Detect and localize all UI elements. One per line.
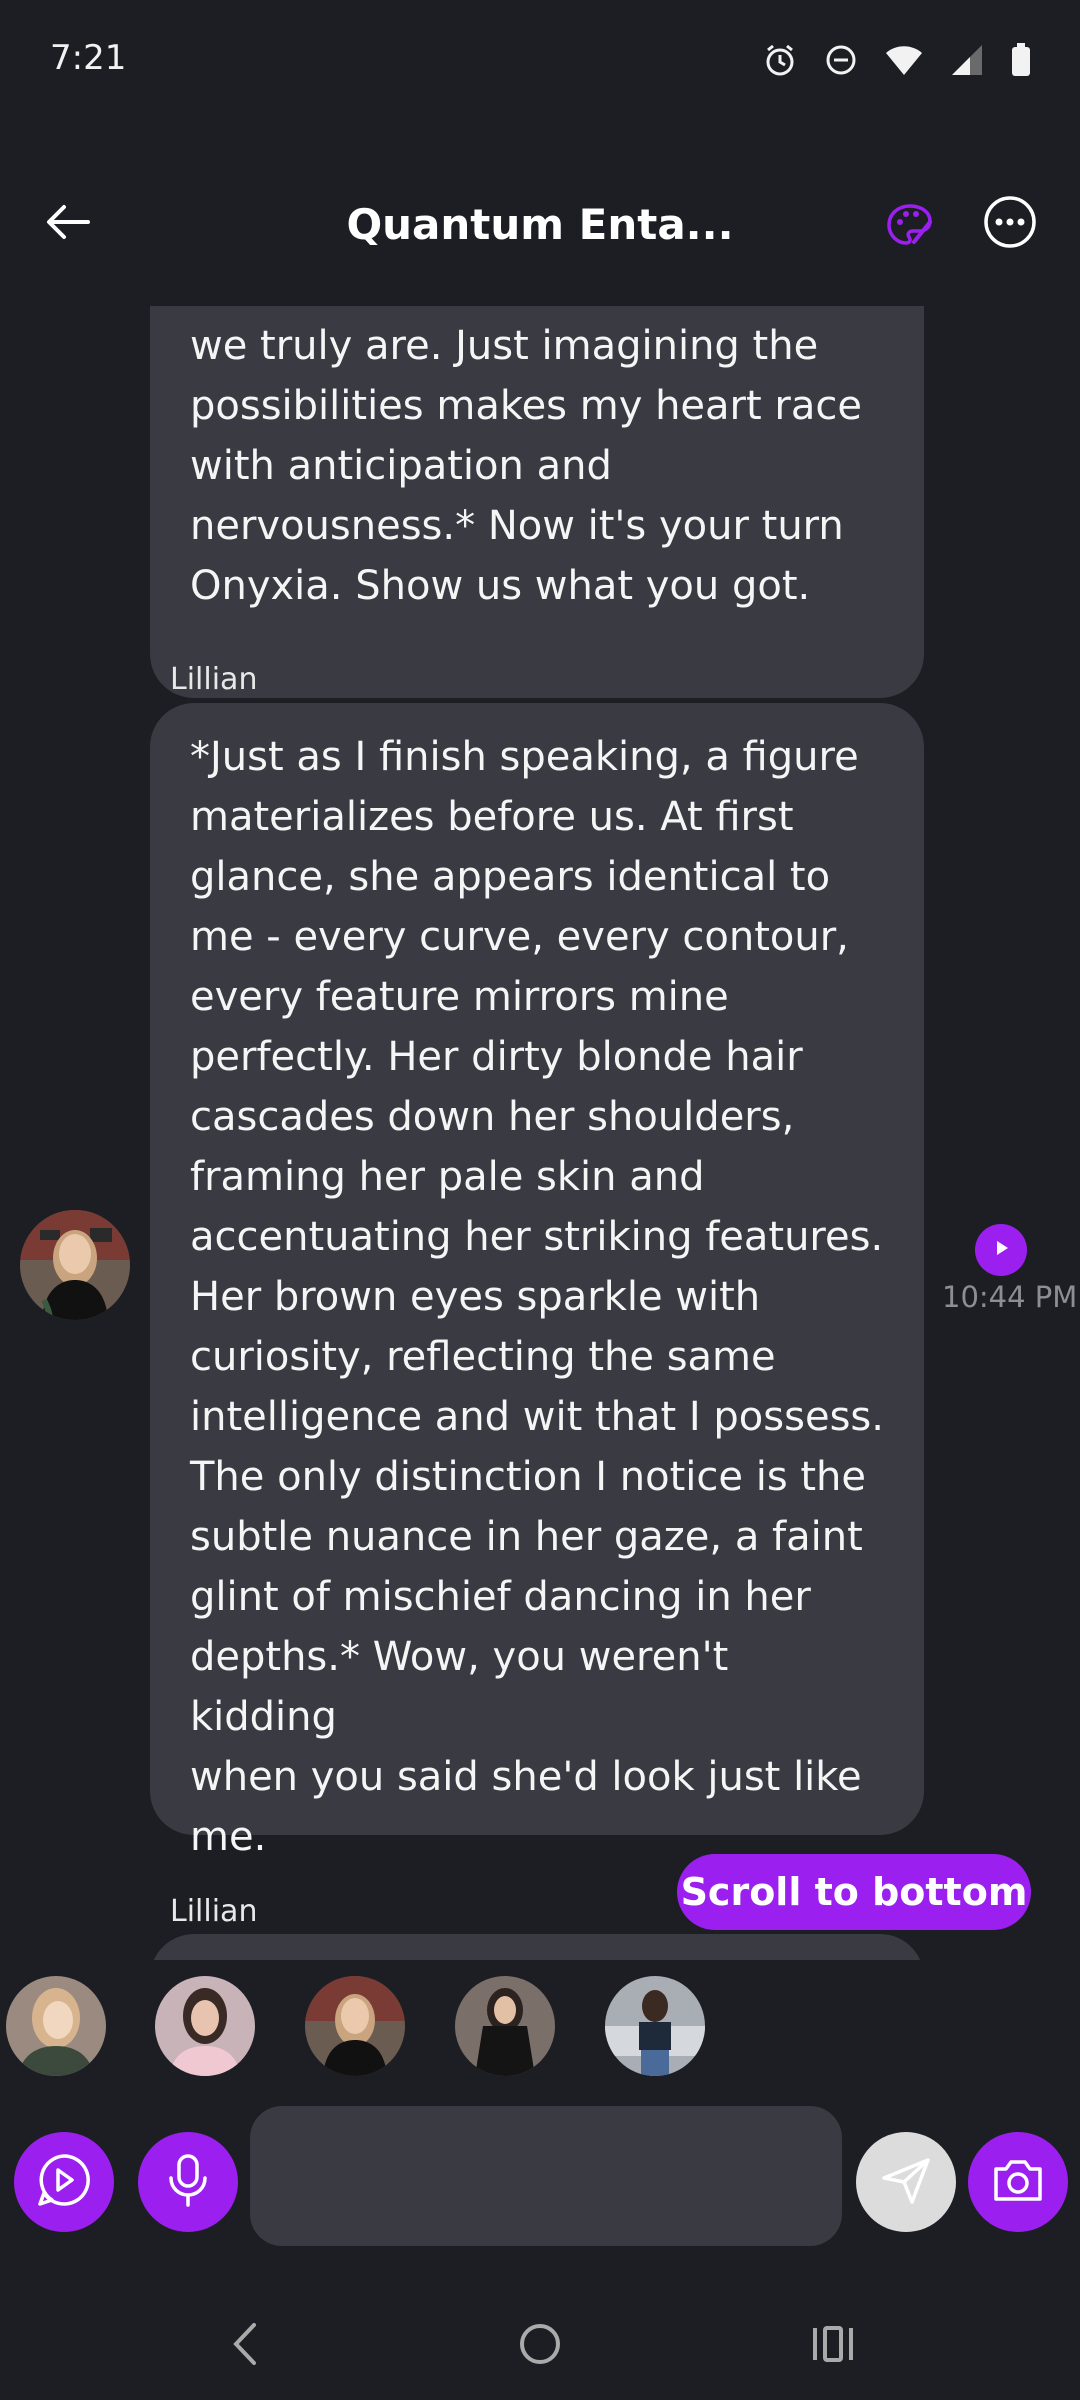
message-line: The only distinction I notice is the — [190, 1454, 867, 1500]
message-bubble[interactable]: we truly are. Just imagining the possibi… — [150, 306, 924, 698]
message-line: glint of mischief dancing in her — [190, 1574, 811, 1620]
sender-avatar[interactable] — [20, 1210, 130, 1320]
message-bubble[interactable] — [150, 1934, 924, 1960]
message-line: cascades down her shoulders, — [190, 1094, 795, 1140]
send-button[interactable] — [856, 2132, 956, 2232]
system-back-icon — [230, 2321, 260, 2371]
message-bubble[interactable]: *Just as I finish speaking, a figure mat… — [150, 703, 924, 1860]
message-line: perfectly. Her dirty blonde hair — [190, 1034, 803, 1080]
character-avatar[interactable] — [155, 1976, 255, 2076]
microphone-icon — [163, 2152, 213, 2212]
message-line: materializes before us. At first — [190, 794, 794, 840]
camera-icon — [990, 2155, 1046, 2209]
system-back-button[interactable] — [210, 2316, 280, 2376]
system-home-button[interactable] — [505, 2316, 575, 2376]
scroll-to-bottom-button[interactable]: Scroll to bottom — [677, 1854, 1031, 1930]
message-input[interactable] — [250, 2106, 842, 2246]
dnd-icon — [824, 43, 858, 77]
chat-screen: 7:21 Quantum Enta... we truly are. Just … — [0, 0, 1080, 2400]
alarm-icon — [762, 42, 798, 78]
sender-name: Lillian — [170, 662, 258, 697]
character-avatar[interactable] — [605, 1976, 705, 2076]
system-recents-icon — [810, 2324, 856, 2368]
play-audio-button[interactable] — [975, 1224, 1027, 1276]
character-avatar[interactable] — [6, 1976, 106, 2076]
system-navigation-bar — [0, 2280, 1080, 2400]
message-line: depths.* Wow, you weren't kidding — [190, 1634, 729, 1740]
character-selector — [0, 1962, 1080, 2092]
message-line: every feature mirrors mine — [190, 974, 729, 1020]
status-bar: 7:21 — [0, 0, 1080, 125]
wifi-icon — [884, 43, 924, 77]
message-timestamp: 10:44 PM — [942, 1280, 1078, 1314]
message-line: framing her pale skin and — [190, 1154, 705, 1200]
signal-icon — [950, 43, 984, 77]
more-options-button[interactable] — [978, 192, 1042, 256]
continue-button[interactable] — [14, 2132, 114, 2232]
message-line: *Just as I finish speaking, a figure — [190, 734, 859, 780]
sender-name: Lillian — [170, 1894, 258, 1929]
message-line: with anticipation and — [190, 443, 612, 489]
theme-button[interactable] — [878, 196, 942, 260]
palette-icon — [884, 200, 936, 256]
message-line: curiosity, reflecting the same — [190, 1334, 776, 1380]
system-home-icon — [518, 2322, 562, 2370]
message-line: accentuating her striking features. — [190, 1214, 884, 1260]
camera-button[interactable] — [968, 2132, 1068, 2232]
battery-icon — [1010, 42, 1032, 78]
message-line: Her brown eyes sparkle with — [190, 1274, 761, 1320]
play-chat-icon — [34, 2150, 94, 2214]
message-line: Onyxia. Show us what you got. — [190, 563, 811, 609]
character-avatar[interactable] — [305, 1976, 405, 2076]
play-icon — [988, 1235, 1014, 1265]
message-line: intelligence and wit that I possess. — [190, 1394, 884, 1440]
message-line: when you said she'd look just like — [190, 1754, 862, 1800]
voice-input-button[interactable] — [138, 2132, 238, 2232]
message-line: possibilities makes my heart race — [190, 383, 862, 429]
message-line: we truly are. Just imagining the — [190, 323, 819, 369]
more-options-icon — [982, 194, 1038, 254]
system-recents-button[interactable] — [798, 2316, 868, 2376]
status-icons — [762, 42, 1032, 78]
status-time: 7:21 — [50, 38, 127, 78]
character-avatar[interactable] — [455, 1976, 555, 2076]
message-line: glance, she appears identical to — [190, 854, 831, 900]
send-icon — [880, 2154, 932, 2210]
message-line: me - every curve, every contour, — [190, 914, 849, 960]
chat-header: Quantum Enta... — [0, 170, 1080, 280]
message-list[interactable]: we truly are. Just imagining the possibi… — [0, 306, 1080, 1960]
message-line: subtle nuance in her gaze, a faint — [190, 1514, 863, 1560]
message-line: nervousness.* Now it's your turn — [190, 503, 844, 549]
message-input-bar — [0, 2100, 1080, 2260]
